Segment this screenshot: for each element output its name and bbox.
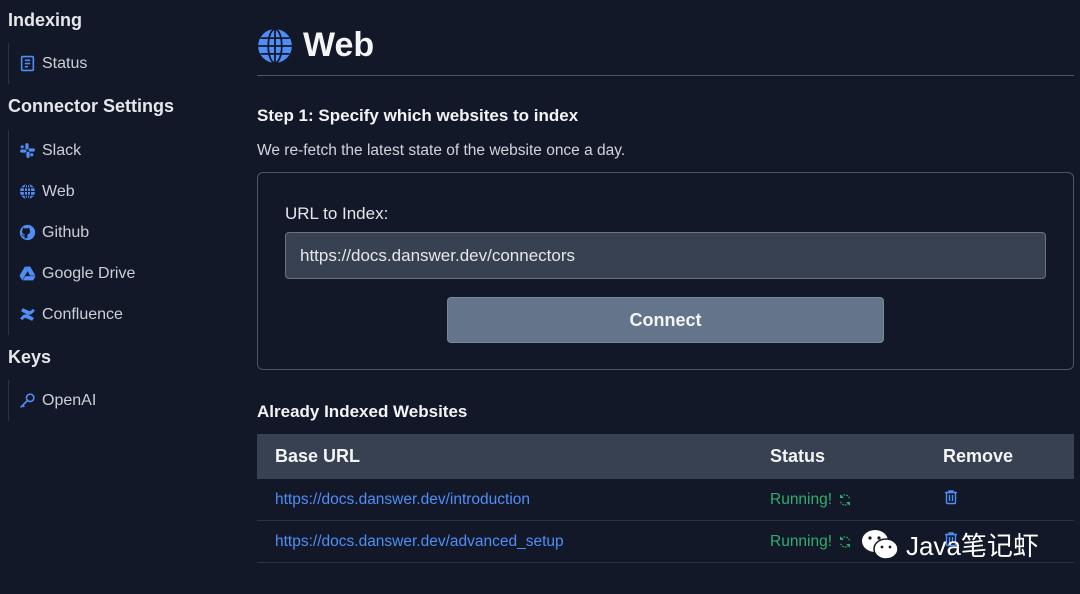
key-icon	[18, 392, 36, 410]
confluence-icon	[18, 306, 36, 324]
step-title: Step 1: Specify which websites to index	[257, 106, 579, 125]
slack-icon	[18, 142, 36, 160]
watermark: Java笔记虾	[860, 526, 1039, 563]
globe-icon	[18, 183, 36, 201]
sidebar-item-label: Status	[42, 54, 88, 72]
indexed-title: Already Indexed Websites	[257, 402, 468, 421]
sidebar-item-label: Google Drive	[42, 264, 136, 282]
sidebar-section-connectors: Connector Settings	[8, 96, 175, 116]
google-drive-icon	[18, 265, 36, 283]
connectors-nav: Slack Web Github Google Drive Confluence	[8, 130, 135, 335]
sidebar: Indexing Status Connector Settings Slack…	[0, 0, 230, 594]
refresh-icon	[840, 493, 851, 506]
globe-icon	[258, 27, 292, 64]
sidebar-item-github[interactable]: Github	[9, 212, 135, 253]
watermark-text: Java笔记虾	[906, 531, 1039, 561]
sidebar-item-label: Confluence	[42, 305, 123, 323]
refresh-icon	[840, 535, 851, 548]
step-description: We re-fetch the latest state of the webs…	[257, 142, 626, 159]
url-form: URL to Index: Connect	[257, 172, 1074, 370]
github-icon	[18, 224, 36, 242]
column-header-status: Status	[770, 446, 826, 466]
sidebar-section-keys: Keys	[8, 347, 52, 367]
table-header: Base URL Status Remove	[257, 434, 1074, 479]
url-label: URL to Index:	[285, 204, 389, 223]
sidebar-section-indexing: Indexing	[8, 10, 83, 30]
sidebar-item-label: OpenAI	[42, 391, 97, 409]
column-header-base-url: Base URL	[275, 446, 361, 466]
sidebar-item-status[interactable]: Status	[9, 43, 87, 84]
page-header: Web	[257, 24, 1074, 76]
base-url-link[interactable]: https://docs.danswer.dev/advanced_setup	[275, 533, 564, 550]
keys-nav: OpenAI	[8, 380, 96, 421]
trash-icon[interactable]	[943, 489, 959, 505]
sidebar-item-label: Slack	[42, 141, 82, 159]
status-text: Running!	[770, 533, 852, 551]
sidebar-item-label: Github	[42, 223, 90, 241]
status-label: Running!	[770, 532, 833, 550]
sidebar-item-google-drive[interactable]: Google Drive	[9, 253, 135, 294]
table-row: https://docs.danswer.dev/introduction Ru…	[257, 479, 1074, 521]
status-label: Running!	[770, 490, 833, 508]
sidebar-item-slack[interactable]: Slack	[9, 130, 135, 171]
sidebar-item-label: Web	[42, 182, 75, 200]
page-title: Web	[303, 26, 375, 64]
status-text: Running!	[770, 491, 852, 509]
connect-button[interactable]: Connect	[447, 297, 884, 343]
document-icon	[18, 55, 36, 73]
column-header-remove: Remove	[943, 446, 1014, 466]
wechat-icon	[862, 529, 899, 560]
sidebar-item-openai[interactable]: OpenAI	[9, 380, 96, 421]
url-input[interactable]	[285, 232, 1046, 279]
sidebar-item-confluence[interactable]: Confluence	[9, 294, 135, 335]
sidebar-item-web[interactable]: Web	[9, 171, 135, 212]
base-url-link[interactable]: https://docs.danswer.dev/introduction	[275, 491, 530, 508]
indexing-nav: Status	[8, 43, 87, 84]
